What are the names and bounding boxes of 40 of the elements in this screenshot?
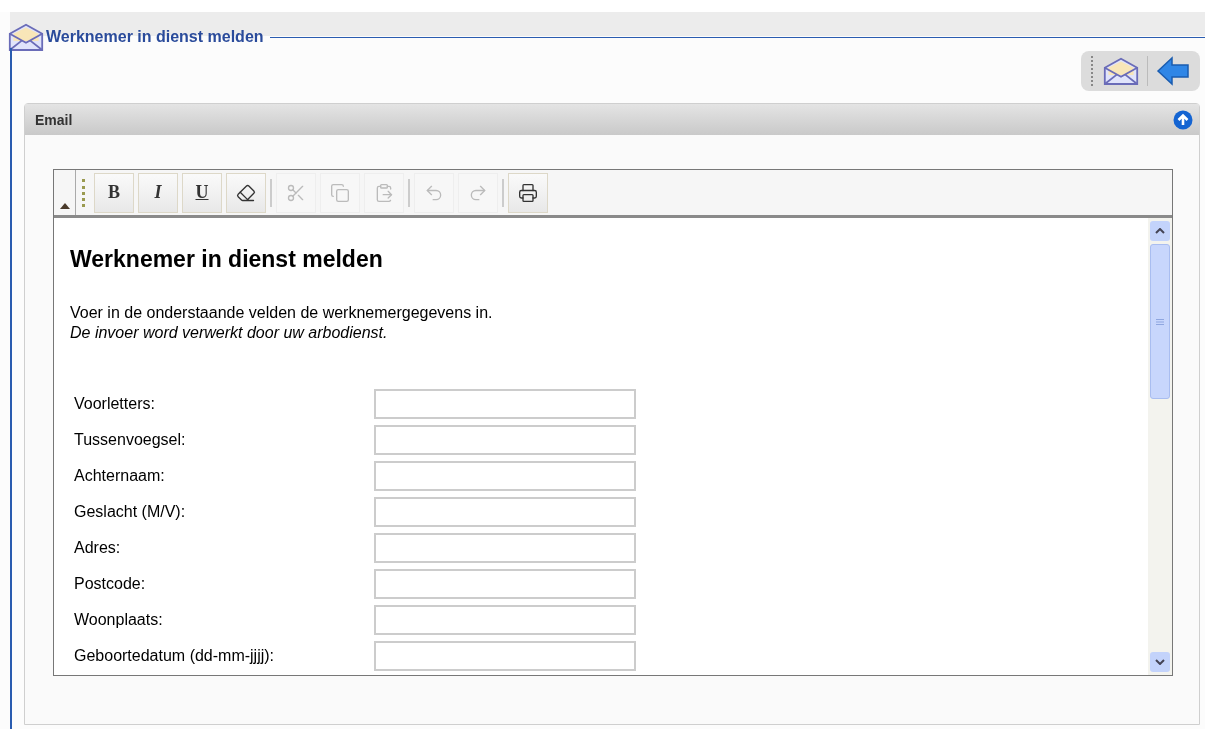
scissors-icon	[286, 182, 306, 203]
input-field[interactable]	[374, 605, 636, 635]
collapse-up-icon[interactable]	[1173, 109, 1193, 130]
copy-icon	[330, 182, 350, 203]
scrollbar[interactable]	[1148, 218, 1172, 675]
back-button[interactable]	[1156, 56, 1190, 86]
email-button[interactable]	[1103, 56, 1139, 86]
field-label: Voorletters:	[74, 395, 156, 413]
collapse-triangle-icon[interactable]	[59, 203, 70, 209]
grip-lines-icon	[1156, 318, 1164, 325]
note-text: De invoer word verwerkt door uw arbodienst.	[70, 323, 389, 343]
print-button[interactable]	[508, 172, 548, 213]
input-field[interactable]	[374, 569, 636, 599]
clipboard-icon	[374, 182, 394, 203]
panel-title: Email	[35, 111, 73, 128]
input-field[interactable]	[374, 389, 636, 419]
scroll-down-icon[interactable]	[1155, 659, 1165, 665]
eraser-icon	[236, 182, 256, 203]
envelope-icon	[8, 22, 44, 52]
input-field[interactable]	[374, 641, 636, 671]
bold-button[interactable]: B	[94, 172, 134, 213]
field-label: Tussenvoegsel:	[74, 431, 187, 449]
intro-text: Voer in de onderstaande velden de werknemergegevens in.	[70, 303, 494, 323]
input-field[interactable]	[374, 461, 636, 491]
input-field[interactable]	[374, 533, 636, 563]
page-title: Werknemer in dienst melden	[46, 28, 264, 46]
underline-button[interactable]: U	[182, 172, 222, 213]
eraser-button[interactable]	[226, 172, 266, 213]
field-label: Achternaam:	[74, 467, 166, 485]
italic-button[interactable]: I	[138, 172, 178, 213]
printer-icon	[518, 182, 538, 203]
input-field[interactable]	[374, 425, 636, 455]
field-label: Geslacht (M/V):	[74, 503, 187, 521]
document-heading: Werknemer in dienst melden	[70, 246, 384, 273]
input-field[interactable]	[374, 497, 636, 527]
field-label: Postcode:	[74, 575, 147, 593]
field-label: Woonplaats:	[74, 611, 164, 629]
scroll-up-icon[interactable]	[1155, 228, 1165, 234]
field-label: Adres:	[74, 539, 122, 557]
field-label: Geboortedatum (dd-mm-jjjj):	[74, 647, 276, 665]
